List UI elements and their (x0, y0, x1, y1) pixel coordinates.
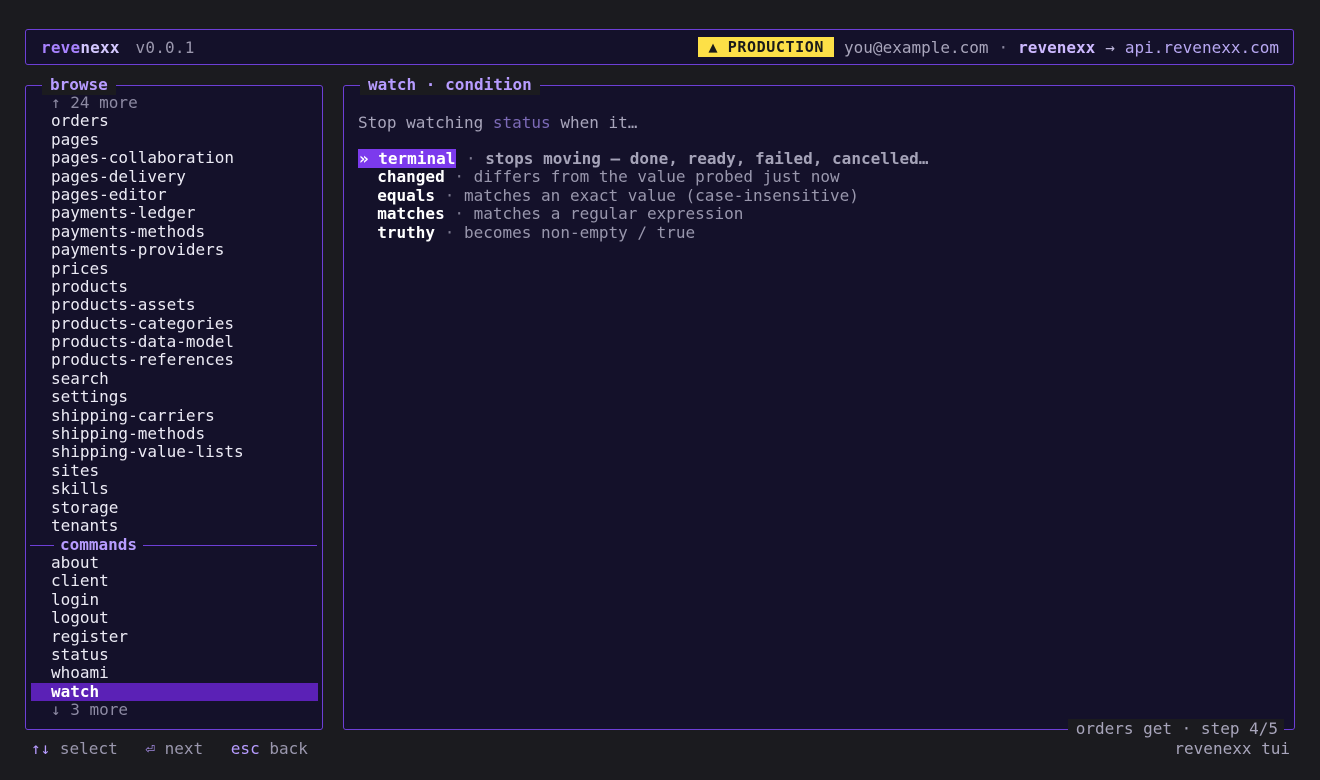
browse-item[interactable]: products-categories (51, 314, 244, 333)
browse-item[interactable]: orders (51, 111, 244, 130)
browse-item[interactable]: prices (51, 259, 244, 278)
condition-prompt: Stop watching status when it… (358, 113, 637, 132)
brand-name-part1: reve (41, 38, 81, 57)
header-bar: revenexx v0.0.1 ▲ PRODUCTION you@example… (25, 29, 1294, 65)
option-description: stops moving — done, ready, failed, canc… (485, 149, 929, 168)
browse-list: ↑ 24 more orders pages pages-collaborati… (51, 93, 244, 535)
option-description: matches a regular expression (473, 204, 744, 224)
browse-title: browse (42, 75, 116, 95)
command-item-login[interactable]: login (51, 590, 318, 609)
browse-item[interactable]: sites (51, 461, 244, 480)
browse-item[interactable]: shipping-carriers (51, 406, 244, 425)
header-app-name: revenexx (1018, 37, 1096, 57)
option-name: changed (377, 167, 445, 187)
option-description: becomes non-empty / true (463, 222, 696, 242)
browse-item[interactable]: payments-ledger (51, 203, 244, 222)
browse-item[interactable]: search (51, 369, 244, 388)
browse-item[interactable]: shipping-methods (51, 424, 244, 443)
option-name: equals (377, 185, 436, 205)
app-label: revenexx tui (1174, 739, 1290, 758)
esc-key: esc (230, 739, 260, 758)
command-item-status[interactable]: status (51, 645, 318, 664)
option-separator: · (454, 204, 464, 224)
prompt-text-before: Stop watching (358, 113, 484, 132)
watch-condition-panel: watch · condition Stop watching status w… (343, 75, 1295, 739)
command-item-watch[interactable]: watch (31, 682, 318, 702)
commands-list: about client login logout register statu… (31, 553, 318, 720)
prompt-text-after: when it… (560, 113, 638, 132)
key-hints: ↑↓ select ⏎ next esc back (31, 739, 308, 758)
command-item-register[interactable]: register (51, 627, 318, 646)
prompt-field: status (492, 113, 551, 132)
enter-key-icon: ⏎ (145, 739, 155, 758)
browse-item[interactable]: pages-editor (51, 185, 244, 204)
option-name: matches (377, 204, 445, 224)
option-separator: · (444, 222, 455, 242)
step-indicator: orders get · step 4/5 (1067, 719, 1284, 739)
browse-item[interactable]: tenants (51, 516, 244, 535)
option-truthy[interactable]: truthy · becomes non-empty / true (358, 222, 928, 242)
version-label: v0.0.1 (135, 38, 195, 57)
browse-item[interactable]: pages-collaboration (51, 148, 244, 167)
browse-item[interactable]: products-assets (51, 295, 244, 314)
browse-item[interactable]: shipping-value-lists (51, 443, 244, 462)
commands-title: commands (54, 536, 144, 554)
environment-badge: ▲ PRODUCTION (698, 37, 835, 57)
option-marker: » terminal (358, 149, 457, 168)
option-description: matches an exact value (case-insensitive… (463, 185, 859, 205)
browse-item[interactable]: settings (51, 387, 244, 406)
option-separator: · (454, 167, 464, 187)
option-description: differs from the value probed just now (473, 167, 840, 187)
arrow-right-icon: → (1105, 37, 1115, 57)
brand-name-part2: nexx (80, 38, 120, 57)
condition-options: » terminal · stops moving — done, ready,… (358, 149, 929, 242)
hint-back: back (269, 739, 308, 758)
browse-item[interactable]: products-references (51, 351, 244, 370)
option-equals[interactable]: equals · matches an exact value (case-in… (358, 185, 928, 205)
commands-more-below[interactable]: ↓ 3 more (51, 700, 318, 719)
brand: revenexx v0.0.1 (41, 38, 195, 57)
option-matches[interactable]: matches · matches a regular expression (358, 204, 928, 224)
command-item-client[interactable]: client (51, 571, 318, 590)
command-item-about[interactable]: about (51, 553, 318, 572)
browse-item[interactable]: pages (51, 130, 244, 149)
api-host: api.revenexx.com (1124, 37, 1279, 57)
browse-panel: browse ↑ 24 more orders pages pages-coll… (25, 75, 323, 730)
option-name: terminal (378, 149, 456, 168)
panel-title: watch · condition (360, 75, 540, 95)
user-email: you@example.com (844, 37, 989, 57)
option-name: truthy (377, 222, 436, 242)
browse-item[interactable]: products-data-model (51, 332, 244, 351)
header-right: ▲ PRODUCTION you@example.com · revenexx … (698, 37, 1279, 57)
browse-more-above[interactable]: ↑ 24 more (51, 93, 244, 112)
arrows-up-down-icon: ↑↓ (31, 739, 51, 758)
chevron-right-icon: » (359, 149, 369, 168)
option-changed[interactable]: changed · differs from the value probed … (358, 168, 928, 186)
option-separator: · (444, 185, 455, 205)
header-separator: · (998, 37, 1009, 57)
command-item-whoami[interactable]: whoami (51, 663, 318, 682)
hint-next: next (164, 739, 204, 758)
hint-select: select (59, 739, 118, 758)
browse-item[interactable]: storage (51, 498, 244, 517)
command-item-logout[interactable]: logout (51, 608, 318, 627)
browse-item[interactable]: pages-delivery (51, 167, 244, 186)
option-terminal[interactable]: » terminal · stops moving — done, ready,… (358, 149, 929, 168)
browse-item[interactable]: payments-methods (51, 222, 244, 241)
browse-item[interactable]: skills (51, 479, 244, 498)
browse-item[interactable]: products (51, 277, 244, 296)
option-separator: · (465, 149, 476, 168)
browse-item[interactable]: payments-providers (51, 240, 244, 259)
